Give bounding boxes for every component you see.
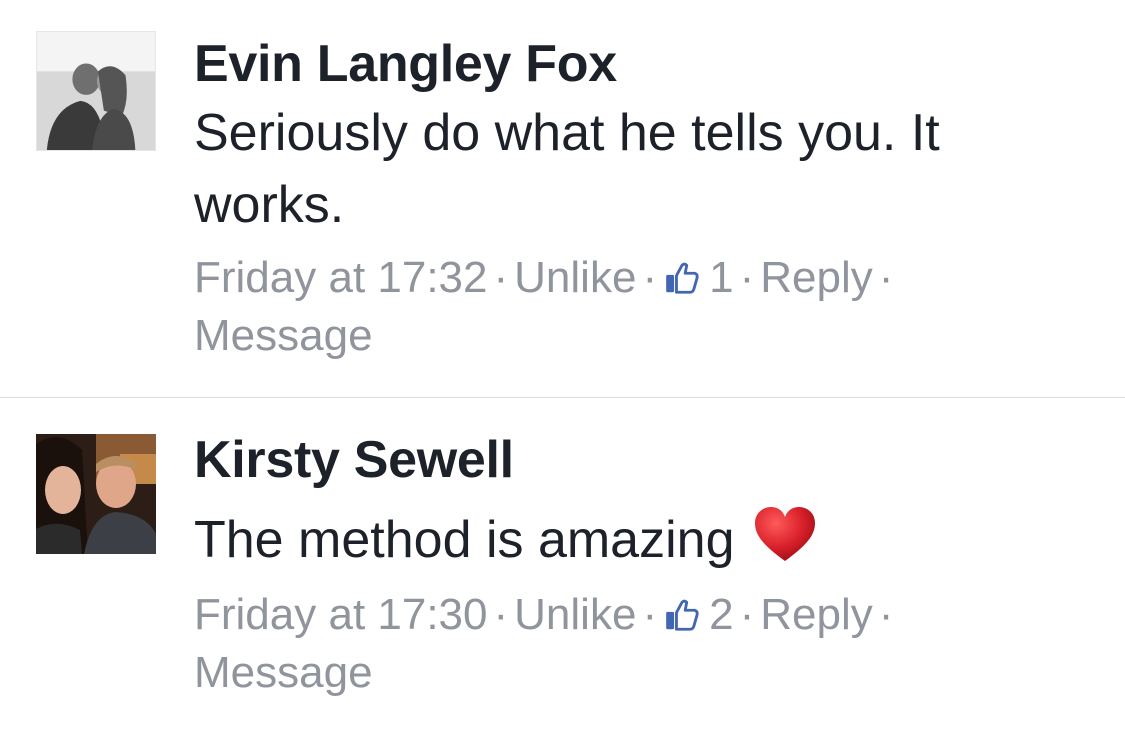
comment-timestamp[interactable]: Friday at 17:30 [194,590,488,639]
couple-selfie-photo [36,434,156,554]
avatar[interactable] [36,434,156,554]
reply-button[interactable]: Reply [760,253,873,302]
reply-button[interactable]: Reply [760,590,873,639]
comment-text: The method is amazing [194,504,1034,576]
separator: · [642,590,658,639]
like-count-value: 1 [709,253,734,302]
comment-meta: Friday at 17:32 · Unlike · 1 · Reply · Message [194,249,994,365]
separator: · [642,253,658,302]
comment-author[interactable]: Kirsty Sewell [194,430,1094,490]
message-button[interactable]: Message [194,648,373,697]
comment-author[interactable]: Evin Langley Fox [194,34,1094,94]
thumbs-up-icon [666,262,699,294]
comment-item: Kirsty Sewell The method is amazing Frid… [0,398,1125,733]
separator: · [878,590,894,639]
avatar[interactable] [36,31,156,151]
message-button[interactable]: Message [194,311,373,360]
thumbs-up-icon [666,599,699,631]
couple-photo-bw [37,32,155,150]
separator: · [878,253,894,302]
separator: · [739,253,755,302]
like-count[interactable]: 2 [663,590,734,639]
comment-text: Seriously do what he tells you. It works… [194,104,940,234]
comment-timestamp[interactable]: Friday at 17:32 [194,253,488,302]
separator: · [739,590,755,639]
like-count[interactable]: 1 [663,253,734,302]
like-count-value: 2 [709,590,734,639]
heart-icon [754,507,815,561]
comment-text-content: The method is amazing [194,511,735,569]
unlike-button[interactable]: Unlike [514,590,636,639]
separator: · [493,590,509,639]
unlike-button[interactable]: Unlike [514,253,636,302]
separator: · [493,253,509,302]
comment-item: Evin Langley Fox Seriously do what he te… [0,0,1125,397]
comment-meta: Friday at 17:30 · Unlike · 2 · Reply · Message [194,586,994,702]
